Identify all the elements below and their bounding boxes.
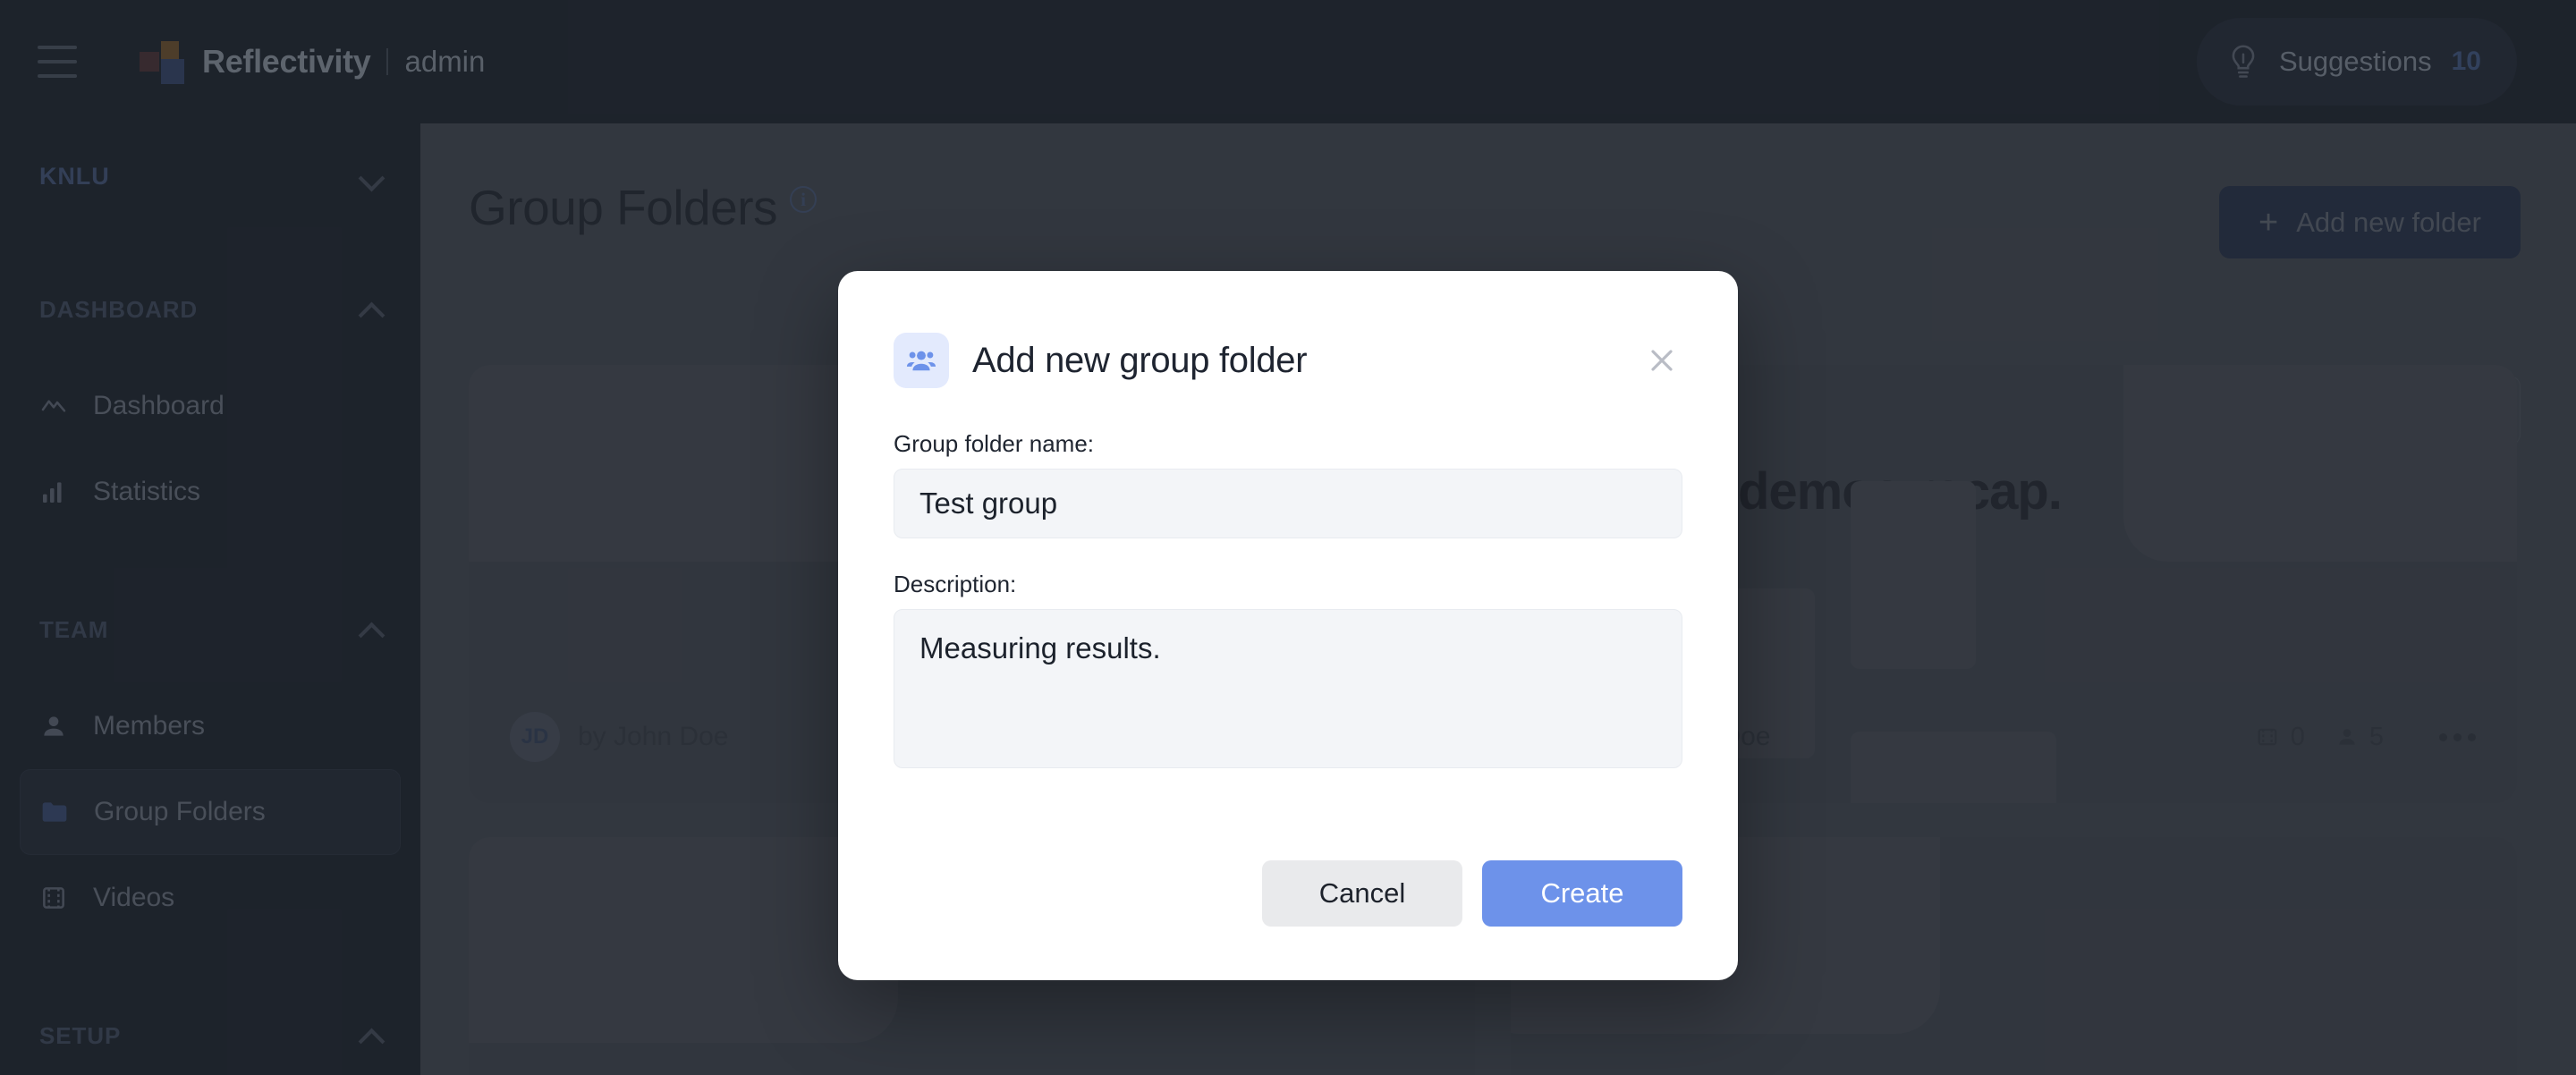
group-people-icon xyxy=(894,333,949,388)
cancel-button[interactable]: Cancel xyxy=(1262,860,1462,927)
modal-title: Add new group folder xyxy=(972,340,1308,380)
add-group-folder-modal: Add new group folder Group folder name: … xyxy=(838,271,1738,980)
group-folder-name-field: Group folder name: Test group xyxy=(894,430,1682,538)
description-textarea[interactable]: Measuring results. xyxy=(894,609,1682,768)
group-folder-name-label: Group folder name: xyxy=(894,430,1095,457)
group-folder-name-input[interactable]: Test group xyxy=(894,469,1682,538)
modal-header: Add new group folder xyxy=(894,323,1682,398)
modal-actions: Cancel Create xyxy=(894,860,1682,927)
description-field: Description: Measuring results. xyxy=(894,571,1682,768)
create-button[interactable]: Create xyxy=(1482,860,1682,927)
close-icon[interactable] xyxy=(1641,340,1682,381)
description-label: Description: xyxy=(894,571,1017,597)
